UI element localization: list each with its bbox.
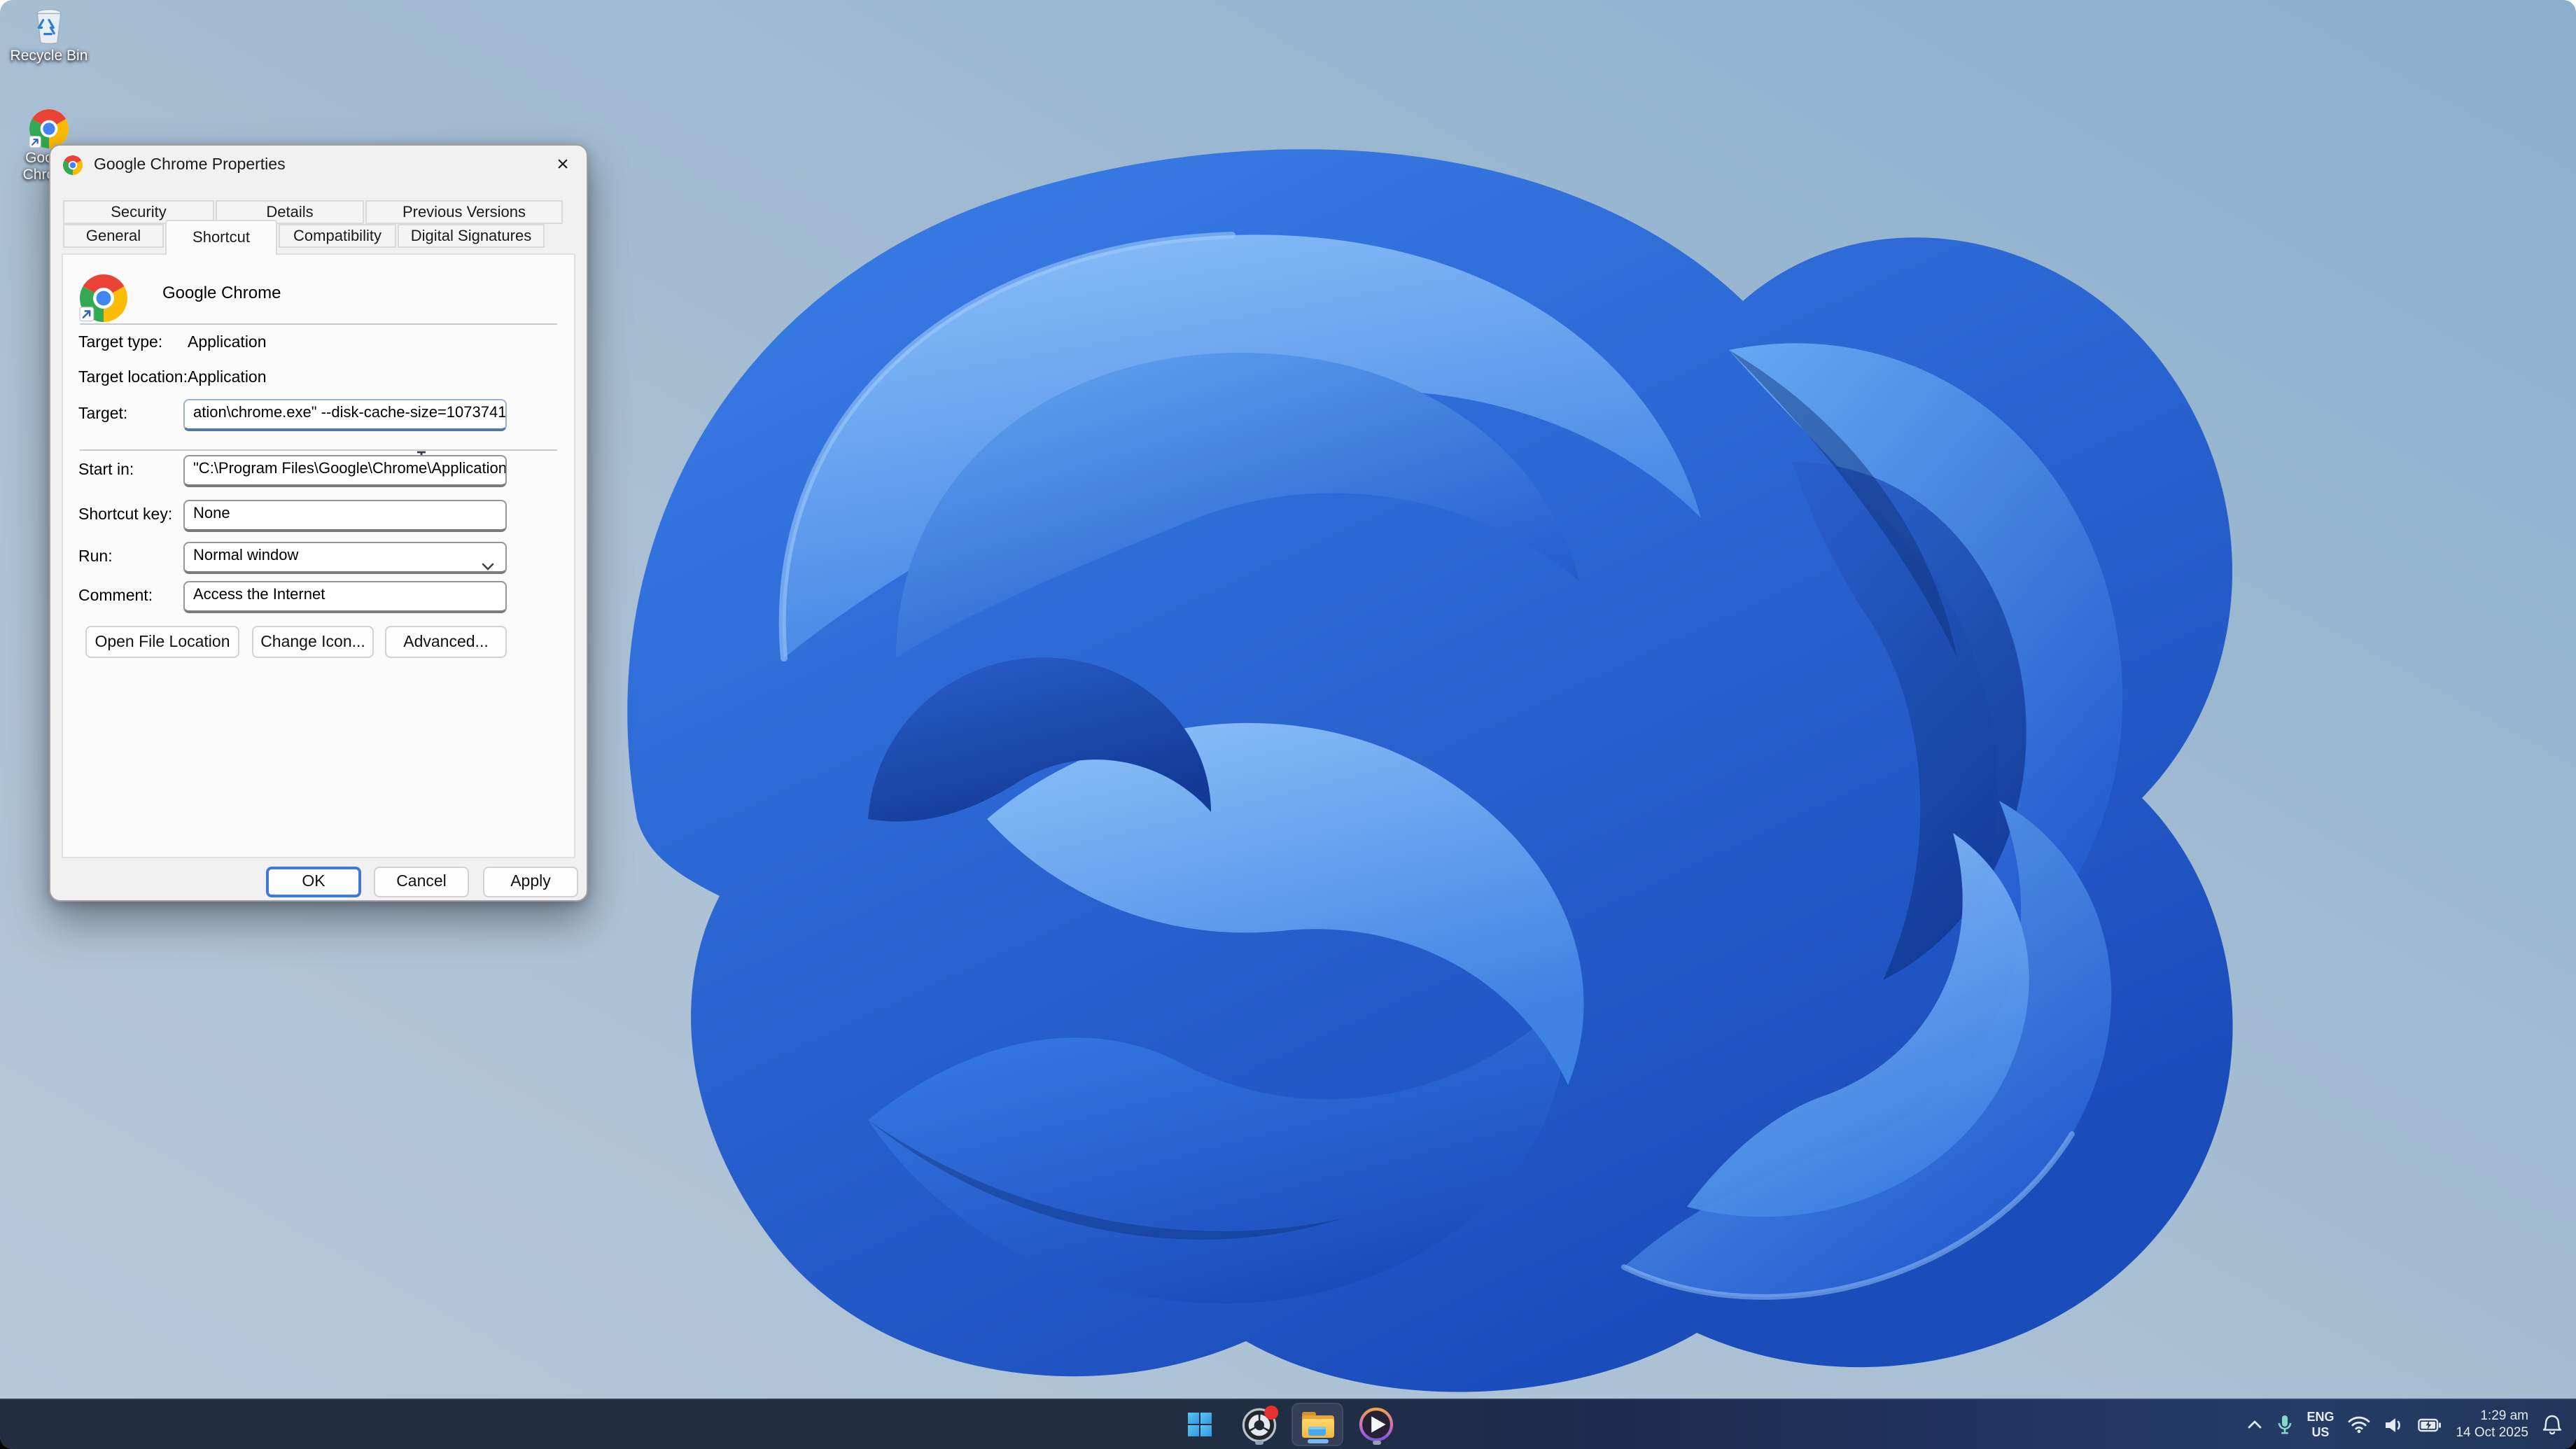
google-chrome-properties-dialog: Google Chrome Properties × Security Deta… [49,144,588,902]
dialog-title: Google Chrome Properties [94,156,286,173]
advanced-button[interactable]: Advanced... [385,626,507,658]
start-in-label: Start in: [78,462,134,479]
tab-row-2: General Shortcut Compatibility Digital S… [63,220,545,255]
taskbar: ENG US 1:29 am 14 Oct 2025 [0,1399,2576,1449]
shortcut-tab-page: Google Chrome Target type: Application T… [62,253,575,858]
cancel-button[interactable]: Cancel [374,867,469,897]
desktop-icon-recycle-bin[interactable]: Recycle Bin [8,7,90,66]
stage: Recycle Bin Google Chrome Properties × S… [0,0,2576,1449]
windows-logo-icon [1188,1413,1212,1436]
notification-bell-icon[interactable] [2542,1414,2562,1435]
running-indicator [1254,1441,1263,1445]
shortcut-key-label: Shortcut key: [78,507,173,524]
wifi-icon[interactable] [2348,1415,2370,1434]
language-line2: US [2311,1424,2330,1438]
change-icon-button[interactable]: Change Icon... [252,626,374,658]
dialog-titlebar[interactable]: Google Chrome Properties × [50,146,587,183]
close-icon[interactable]: × [539,146,587,183]
target-location-label: Target location: [78,370,188,386]
chrome-icon [79,274,127,322]
ok-button[interactable]: OK [266,867,361,897]
active-indicator [1307,1439,1328,1443]
chrome-icon [29,109,69,148]
tab-general[interactable]: General [63,224,164,248]
recycle-bin-label: Recycle Bin [10,48,88,64]
app-name: Google Chrome [162,283,281,302]
tab-shortcut[interactable]: Shortcut [165,220,277,255]
comment-label: Comment: [78,588,153,605]
chevron-down-icon [482,554,494,571]
media-player-button[interactable] [1350,1403,1402,1446]
recycle-bin-icon [29,7,69,46]
run-label: Run: [78,549,113,566]
run-dropdown[interactable]: Normal window [183,542,507,574]
run-dropdown-value: Normal window [193,547,299,564]
language-indicator[interactable]: ENG US [2306,1410,2334,1438]
separator [80,449,557,451]
tab-previous-versions[interactable]: Previous Versions [365,200,563,224]
tab-compatibility[interactable]: Compatibility [279,224,396,248]
clock-time: 1:29 am [2480,1408,2528,1424]
microphone-icon[interactable] [2276,1413,2292,1436]
apply-button[interactable]: Apply [483,867,578,897]
obs-studio-button[interactable] [1233,1403,1284,1446]
taskbar-center-icons [1174,1400,1402,1449]
file-explorer-button[interactable] [1292,1403,1343,1446]
battery-icon[interactable] [2418,1418,2442,1432]
start-button[interactable] [1174,1403,1226,1446]
separator [80,323,557,325]
language-line1: ENG [2306,1410,2334,1424]
clock[interactable]: 1:29 am 14 Oct 2025 [2456,1408,2528,1441]
shortcut-key-input[interactable]: None [183,500,507,532]
target-input[interactable]: ation\chrome.exe" --disk-cache-size=1073… [183,399,507,431]
obs-studio-icon [1241,1405,1278,1442]
media-player-icon [1359,1407,1394,1442]
chrome-icon [63,155,83,174]
target-location-value: Application [188,370,267,386]
comment-input[interactable]: Access the Internet [183,581,507,613]
running-indicator [1372,1441,1380,1445]
recording-badge [1264,1405,1278,1419]
target-label: Target: [78,406,128,423]
tab-row-1: Security Details Previous Versions [63,200,563,224]
windows-desktop: Recycle Bin Google Chrome Properties × S… [0,0,2576,1449]
tab-digital-signatures[interactable]: Digital Signatures [398,224,545,248]
start-in-input[interactable]: "C:\Program Files\Google\Chrome\Applicat… [183,455,507,487]
volume-icon[interactable] [2384,1416,2404,1433]
clock-date: 14 Oct 2025 [2456,1424,2528,1440]
tray-overflow-chevron-icon[interactable] [2246,1420,2262,1429]
system-tray: ENG US 1:29 am 14 Oct 2025 [2246,1400,2562,1449]
target-type-label: Target type: [78,335,163,351]
file-explorer-icon [1301,1411,1334,1437]
target-type-value: Application [188,335,267,351]
open-file-location-button[interactable]: Open File Location [85,626,239,658]
